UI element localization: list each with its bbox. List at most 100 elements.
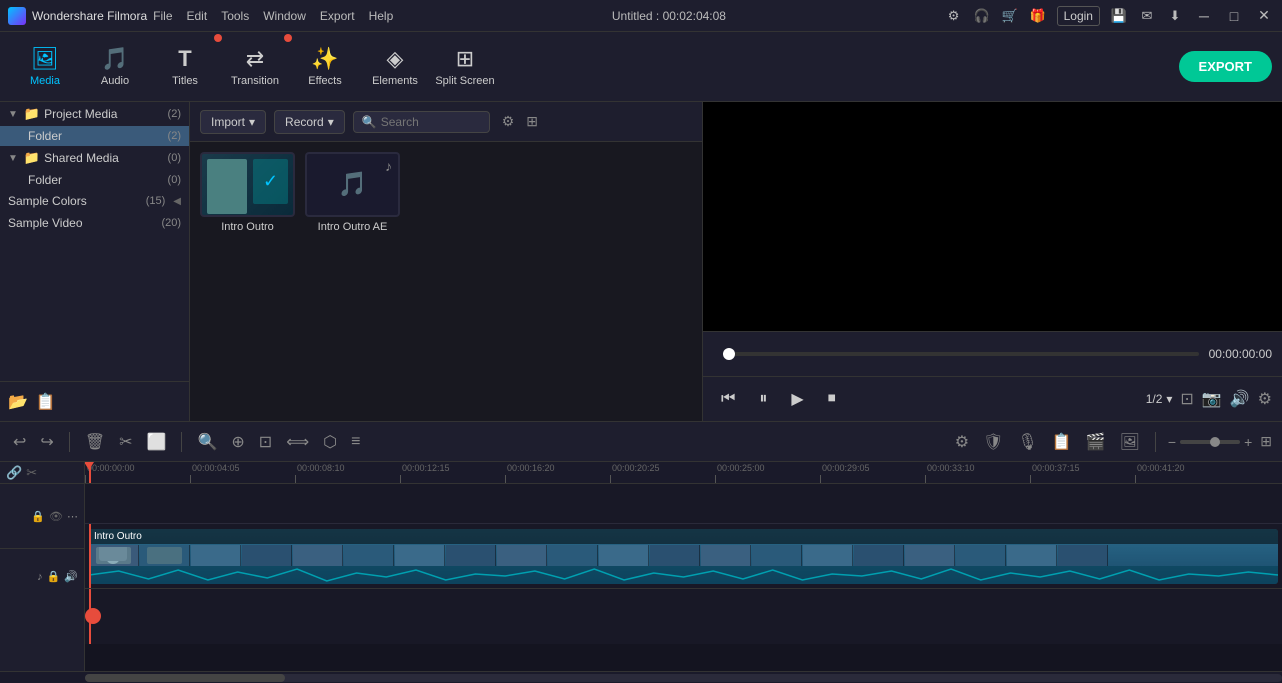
snapshot-icon[interactable]: 📷 — [1202, 389, 1222, 409]
cart-icon[interactable]: 🛒 — [1001, 7, 1019, 25]
project-media-folder-child[interactable]: Folder (2) — [0, 126, 189, 146]
preview-footer: ⏮ ⏸ ▶ ⏹ 1/2 ▾ ⊡ 📷 🔊 ⚙ — [703, 376, 1282, 421]
search-box[interactable]: 🔍 — [353, 111, 490, 133]
menu-bar[interactable]: File Edit Tools Window Export Help — [153, 9, 393, 23]
menu-export[interactable]: Export — [320, 9, 355, 23]
media-icon: 🖼 — [31, 46, 59, 72]
gift-icon[interactable]: 🎁 — [1029, 7, 1047, 25]
maximize-button[interactable]: □ — [1224, 6, 1244, 26]
sample-colors-row[interactable]: Sample Colors (15) ◀ — [0, 190, 189, 212]
video-more-icon[interactable]: ⋯ — [67, 510, 78, 523]
import-folder-icon[interactable]: 📋 — [36, 392, 56, 412]
menu-help[interactable]: Help — [369, 9, 394, 23]
sample-video-row[interactable]: Sample Video (20) — [0, 212, 189, 234]
fit-button[interactable]: ⊡ — [256, 429, 275, 455]
toolbar-audio[interactable]: 🎵 Audio — [80, 34, 150, 99]
tl-playhead[interactable] — [89, 462, 91, 483]
menu-tools[interactable]: Tools — [221, 9, 249, 23]
toolbar-elements[interactable]: ◈ Elements — [360, 34, 430, 99]
preview-progress-thumb[interactable] — [723, 348, 735, 360]
scissors-icon[interactable]: ✂ — [26, 465, 37, 481]
login-button[interactable]: Login — [1057, 6, 1100, 26]
toolbar-media[interactable]: 🖼 Media — [10, 34, 80, 99]
page-indicator: 1/2 ▾ — [1146, 392, 1173, 406]
menu-file[interactable]: File — [153, 9, 172, 23]
stop-button[interactable]: ⏹ — [820, 390, 844, 408]
toolbar-effects[interactable]: ✨ Effects — [290, 34, 360, 99]
undo-button[interactable]: ↩ — [10, 429, 29, 455]
video-eye-icon[interactable]: 👁 — [49, 510, 63, 523]
marker-button[interactable]: ⬡ — [320, 429, 340, 455]
export-button[interactable]: EXPORT — [1179, 51, 1272, 82]
play-button[interactable]: ▶ — [783, 389, 811, 409]
minimize-button[interactable]: ─ — [1194, 6, 1214, 26]
cut-button[interactable]: ✂ — [116, 429, 135, 455]
frame-thumb-12 — [650, 545, 700, 566]
frame-thumb-3 — [191, 545, 241, 566]
preview-progress-bar[interactable] — [723, 352, 1199, 356]
menu-edit[interactable]: Edit — [187, 9, 208, 23]
zoom-minus-button[interactable]: − — [1168, 434, 1176, 450]
zoom-out-tl-button[interactable]: ⊕ — [228, 429, 247, 455]
settings-preview-icon[interactable]: ⚙ — [1258, 389, 1272, 409]
fullsize-button[interactable]: ⟺ — [283, 429, 312, 455]
crop-button[interactable]: ⬜ — [144, 429, 170, 455]
ruler-mark-7: 00:00:29:05 — [820, 462, 870, 483]
tl-clip-icon[interactable]: 📋 — [1049, 429, 1075, 455]
record-button[interactable]: Record ▾ — [274, 110, 345, 134]
tl-img-icon[interactable]: 🖼 — [1117, 429, 1143, 455]
save-icon[interactable]: 💾 — [1110, 7, 1128, 25]
filter-icon[interactable]: ⚙ — [502, 113, 515, 130]
tl-expand-button[interactable]: ⊞ — [1260, 433, 1272, 450]
zoom-plus-button[interactable]: + — [1244, 434, 1252, 450]
tl-scroll-thumb[interactable] — [85, 674, 285, 682]
tl-mic-icon[interactable]: 🎙 — [1014, 429, 1040, 455]
settings-icon[interactable]: ⚙ — [945, 7, 963, 25]
media-item-intro-outro[interactable]: ✓ Intro Outro — [200, 152, 295, 233]
zoom-slider[interactable] — [1180, 440, 1240, 444]
tl-video-icon[interactable]: 🎬 — [1083, 429, 1109, 455]
tl-clip-intro-outro[interactable]: Intro Outro — [89, 529, 1278, 584]
redo-button[interactable]: ↪ — [37, 429, 56, 455]
tl-settings-icon[interactable]: ⚙ — [952, 429, 972, 455]
tl-video-track[interactable]: Intro Outro — [85, 524, 1282, 589]
toolbar-titles[interactable]: T Titles — [150, 34, 220, 99]
email-icon[interactable]: ✉ — [1138, 7, 1156, 25]
new-folder-icon[interactable]: 📂 — [8, 392, 28, 412]
video-lock-icon[interactable]: 🔒 — [31, 510, 45, 523]
import-button[interactable]: Import ▾ — [200, 110, 266, 134]
tl-scrollbar[interactable] — [0, 671, 1282, 683]
tl-shield-icon[interactable]: 🛡 — [980, 429, 1006, 455]
title-bar: Wondershare Filmora File Edit Tools Wind… — [0, 0, 1282, 32]
zoom-in-tl-button[interactable]: 🔍 — [194, 429, 220, 455]
download-icon[interactable]: ⬇ — [1166, 7, 1184, 25]
audio-label: Audio — [101, 75, 129, 87]
headset-icon[interactable]: 🎧 — [973, 7, 991, 25]
delete-button[interactable]: 🗑 — [82, 429, 108, 455]
tl-audio-track[interactable] — [85, 589, 1282, 644]
shared-media-row[interactable]: ▼ 📁 Shared Media (0) — [0, 146, 189, 170]
shared-media-folder-child[interactable]: Folder (0) — [0, 170, 189, 190]
record-chevron-icon: ▾ — [328, 115, 334, 129]
split-button[interactable]: ≡ — [348, 430, 363, 454]
tl-playhead-video — [89, 524, 91, 588]
search-input[interactable] — [381, 115, 481, 129]
rewind-button[interactable]: ⏮ — [713, 390, 743, 408]
menu-window[interactable]: Window — [263, 9, 306, 23]
toolbar-split-screen[interactable]: ⊞ Split Screen — [430, 34, 500, 99]
fullscreen-icon[interactable]: ⊡ — [1180, 389, 1193, 409]
magnetic-icon[interactable]: 🔗 — [6, 465, 22, 481]
tl-playhead-triangle — [85, 462, 94, 470]
audio-volume-icon[interactable]: 🔊 — [64, 570, 78, 583]
volume-icon[interactable]: 🔊 — [1230, 389, 1250, 409]
media-item-intro-outro-ae[interactable]: 🎵 ♪ Intro Outro AE — [305, 152, 400, 233]
audio-lock-icon[interactable]: 🔒 — [47, 570, 61, 583]
toolbar-transition[interactable]: ⇄ Transition — [220, 34, 290, 99]
pause-button[interactable]: ⏸ — [751, 390, 775, 408]
view-icon[interactable]: ⊞ — [526, 113, 538, 130]
close-button[interactable]: ✕ — [1254, 6, 1274, 26]
zoom-slider-thumb[interactable] — [1210, 437, 1220, 447]
page-dropdown[interactable]: ▾ — [1166, 392, 1172, 406]
project-media-row[interactable]: ▼ 📁 Project Media (2) — [0, 102, 189, 126]
tl-scroll-track[interactable] — [85, 674, 1282, 682]
